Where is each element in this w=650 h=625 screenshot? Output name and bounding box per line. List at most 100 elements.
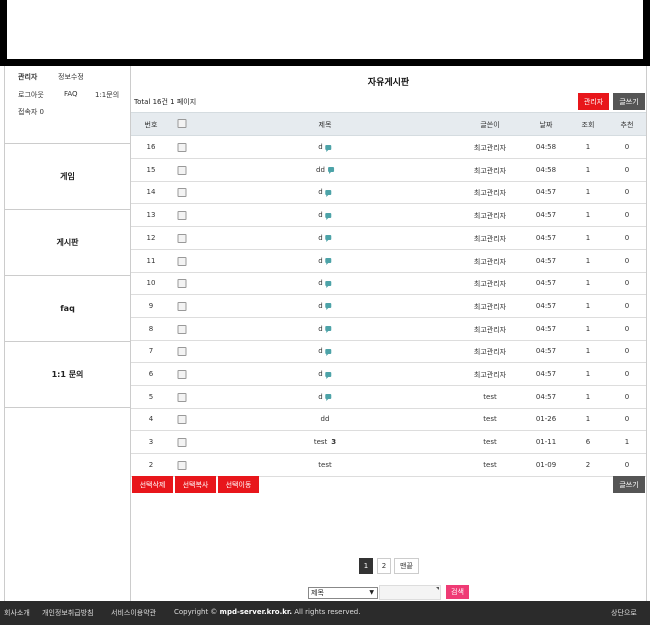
table-row[interactable]: 6 d 최고관리자 04:57 1 0	[131, 363, 646, 386]
row-checkbox[interactable]	[177, 188, 187, 198]
edit-info-link[interactable]: 정보수정	[58, 72, 84, 82]
row-recommend: 0	[624, 370, 630, 378]
table-row[interactable]: 5 d test 04:57 1 0	[131, 386, 646, 409]
row-no: 12	[146, 233, 156, 242]
admin-button[interactable]: 관리자	[578, 93, 609, 110]
admin-link[interactable]: 관리자	[18, 72, 37, 82]
row-views: 2	[585, 460, 591, 469]
row-checkbox[interactable]	[177, 279, 187, 289]
row-writer: 최고관리자	[473, 371, 507, 379]
row-subject[interactable]: d	[318, 211, 332, 220]
row-subject-text: dd	[320, 415, 330, 424]
row-subject[interactable]: d	[318, 302, 332, 311]
row-subject-text: d	[318, 347, 323, 356]
row-subject-text: test	[313, 438, 328, 447]
row-views: 1	[585, 370, 591, 378]
table-row[interactable]: 2 test test 01-09 2 0	[131, 454, 646, 477]
row-checkbox[interactable]	[177, 460, 187, 470]
table-row[interactable]: 9 d 최고관리자 04:57 1 0	[131, 295, 646, 318]
row-writer: 최고관리자	[473, 144, 507, 152]
row-subject[interactable]: test	[318, 461, 331, 469]
row-checkbox[interactable]	[177, 165, 187, 175]
row-writer: test	[483, 392, 497, 401]
sidebar-item-board[interactable]: 게시판	[5, 209, 130, 275]
back-to-top-link[interactable]: 상단으로	[611, 608, 637, 618]
faq-link[interactable]: FAQ	[64, 90, 78, 98]
footer-privacy-link[interactable]: 개인정보취급방침	[42, 608, 94, 618]
row-subject[interactable]: dd	[316, 165, 334, 175]
page-2[interactable]: 2	[377, 558, 391, 574]
row-checkbox[interactable]	[177, 301, 187, 311]
row-subject[interactable]: test 3	[314, 438, 336, 446]
search-input[interactable]	[379, 585, 441, 600]
row-subject[interactable]: d	[318, 188, 332, 197]
logout-link[interactable]: 로그아웃	[18, 90, 44, 100]
row-subject[interactable]: d	[318, 393, 332, 402]
total-count: Total 16건 1 페이지	[134, 98, 197, 106]
row-date: 04:57	[535, 256, 557, 265]
delete-selected-button[interactable]: 선택삭제	[132, 476, 173, 493]
table-row[interactable]: 16 d 최고관리자 04:58 1 0	[131, 136, 646, 159]
row-subject[interactable]: d	[318, 347, 332, 356]
write-button-top[interactable]: 글쓰기	[613, 93, 645, 110]
row-checkbox[interactable]	[177, 370, 187, 379]
footer-company-link[interactable]: 회사소개	[4, 608, 30, 618]
page-end[interactable]: 맨끝	[394, 558, 419, 574]
move-selected-button[interactable]: 선택이동	[218, 476, 259, 493]
row-no: 14	[146, 188, 156, 197]
row-writer: 최고관리자	[473, 257, 507, 266]
row-no: 9	[148, 301, 154, 310]
row-no: 2	[148, 460, 154, 469]
table-row[interactable]: 8 d 최고관리자 04:57 1 0	[131, 318, 646, 341]
row-date: 04:57	[535, 188, 557, 197]
select-all-checkbox[interactable]	[177, 119, 187, 128]
copy-selected-button[interactable]: 선택복사	[175, 476, 216, 493]
row-checkbox[interactable]	[177, 211, 187, 221]
table-row[interactable]: 7 d 최고관리자 04:57 1 0	[131, 340, 646, 364]
row-subject-text: dd	[316, 165, 325, 174]
row-subject[interactable]: d	[318, 370, 332, 379]
sidebar-item-faq[interactable]: faq	[5, 275, 130, 341]
row-no: 5	[148, 392, 154, 401]
row-checkbox[interactable]	[177, 143, 187, 152]
page-1[interactable]: 1	[359, 558, 373, 574]
row-subject[interactable]: d	[318, 325, 332, 334]
write-button-bottom[interactable]: 글쓰기	[613, 476, 645, 493]
table-row[interactable]: 11 d 최고관리자 04:57 1 0	[131, 250, 646, 273]
row-checkbox[interactable]	[177, 324, 187, 334]
row-no: 16	[146, 143, 156, 151]
table-row[interactable]: 12 d 최고관리자 04:57 1 0	[131, 227, 646, 250]
table-row[interactable]: 4 dd test 01-26 1 0	[131, 408, 646, 432]
row-subject[interactable]: d	[318, 257, 332, 265]
row-checkbox[interactable]	[177, 256, 187, 266]
row-checkbox[interactable]	[177, 233, 187, 243]
table-row[interactable]: 14 d 최고관리자 04:57 1 0	[131, 181, 646, 205]
row-subject[interactable]: dd	[321, 415, 330, 423]
table-row[interactable]: 15 dd 최고관리자 04:58 1 0	[131, 159, 646, 182]
row-checkbox[interactable]	[177, 415, 187, 425]
table-row[interactable]: 10 d 최고관리자 04:57 1 0	[131, 272, 646, 296]
inquiry-link[interactable]: 1:1문의	[95, 90, 119, 100]
row-subject[interactable]: d	[318, 279, 332, 288]
sidebar-item-game[interactable]: 게임	[5, 143, 130, 209]
chevron-down-icon: ▼	[369, 589, 374, 596]
comment-icon	[325, 394, 332, 402]
row-date: 04:57	[535, 211, 557, 220]
search-field-select[interactable]: 제목 ▼	[308, 587, 378, 599]
row-views: 1	[585, 143, 591, 151]
row-checkbox[interactable]	[177, 438, 187, 448]
row-writer: 최고관리자	[473, 166, 507, 175]
search-button[interactable]: 검색	[446, 585, 469, 599]
row-recommend: 0	[624, 460, 630, 469]
table-row[interactable]: 13 d 최고관리자 04:57 1 0	[131, 204, 646, 228]
row-subject[interactable]: d	[318, 234, 332, 243]
sidebar-item-inquiry[interactable]: 1:1 문의	[5, 341, 130, 408]
row-checkbox[interactable]	[177, 392, 187, 402]
footer-terms-link[interactable]: 서비스이용약관	[111, 608, 156, 618]
row-date: 04:57	[535, 347, 557, 356]
table-row[interactable]: 3 test 3 test 01-11 6 1	[131, 431, 646, 455]
row-checkbox[interactable]	[177, 347, 187, 357]
row-subject[interactable]: d	[318, 143, 332, 152]
comment-icon	[325, 189, 332, 197]
row-date: 04:57	[535, 370, 557, 378]
